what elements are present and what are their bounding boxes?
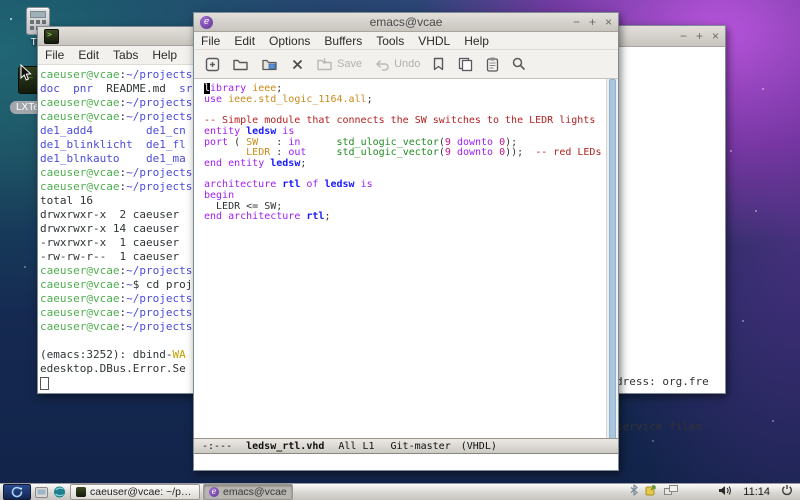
modeline-major-mode: (VHDL) bbox=[461, 441, 497, 452]
emacs-titlebar[interactable]: e emacs@vcae − + × bbox=[194, 13, 618, 32]
emacs-scrollbar[interactable] bbox=[606, 79, 618, 438]
emacs-modeline: -:--- ledsw_rtl.vhd All L1 Git-master (V… bbox=[194, 438, 618, 454]
modeline-filename: ledsw_rtl.vhd bbox=[246, 441, 324, 452]
terminal-window-icon bbox=[44, 29, 59, 44]
emacs-menu-buffers[interactable]: Buffers bbox=[317, 32, 369, 50]
desktop-pager-icon[interactable] bbox=[52, 486, 67, 499]
text-line: end entity ledsw; bbox=[204, 159, 606, 170]
emacs-icon: e bbox=[209, 487, 219, 497]
close-buffer-button[interactable] bbox=[290, 57, 305, 72]
emacs-menu-edit[interactable]: Edit bbox=[227, 32, 262, 50]
lxde-logo-icon bbox=[10, 486, 24, 498]
emacs-toolbar: Save Undo bbox=[194, 50, 618, 79]
emacs-menu-vhdl[interactable]: VHDL bbox=[411, 32, 457, 50]
emacs-menubar: FileEditOptionsBuffersToolsVHDLHelp bbox=[194, 32, 618, 50]
terminal-menu-tabs[interactable]: Tabs bbox=[106, 46, 145, 64]
taskbar: caeuser@vcae: ~/proj... e emacs@vcae 11:… bbox=[0, 483, 800, 500]
taskbar-clock[interactable]: 11:14 bbox=[743, 486, 770, 498]
power-icon[interactable] bbox=[781, 483, 793, 500]
background-window-titlebar[interactable]: − + × bbox=[613, 26, 725, 47]
text-line: use ieee.std_logic_1164.all; bbox=[204, 95, 606, 106]
window-pager-icon[interactable] bbox=[664, 483, 678, 500]
save-button[interactable]: Save bbox=[316, 56, 362, 73]
scrollbar-thumb[interactable] bbox=[609, 79, 616, 440]
emacs-menu-tools[interactable]: Tools bbox=[369, 32, 411, 50]
desktop: Tra LXTerm FileEditTabsHelp caeuser@vcae… bbox=[0, 0, 800, 500]
bookmark-button[interactable] bbox=[431, 56, 446, 72]
bluetooth-icon[interactable] bbox=[630, 483, 638, 500]
terminal-menu-help[interactable]: Help bbox=[145, 46, 184, 64]
terminal-icon bbox=[76, 487, 86, 497]
background-window: − + × dress: org.fre service files bbox=[612, 25, 726, 394]
taskbar-task-terminal[interactable]: caeuser@vcae: ~/proj... bbox=[70, 484, 200, 500]
background-window-text: dress: org.fre service files bbox=[616, 344, 709, 464]
modeline-vc-branch: Git-master bbox=[391, 441, 451, 452]
volume-icon[interactable] bbox=[718, 483, 732, 500]
modeline-prefix: -:--- bbox=[202, 441, 232, 452]
minimize-button[interactable]: − bbox=[680, 30, 687, 42]
close-button[interactable]: × bbox=[712, 30, 719, 42]
close-button[interactable]: × bbox=[605, 16, 612, 28]
search-icon[interactable] bbox=[511, 56, 527, 72]
undo-button[interactable]: Undo bbox=[373, 57, 420, 72]
emacs-echo-area[interactable] bbox=[194, 454, 618, 470]
starfield-left bbox=[10, 18, 12, 20]
window-title: emacs@vcae bbox=[194, 15, 618, 29]
emacs-menu-help[interactable]: Help bbox=[457, 32, 496, 50]
start-menu-button[interactable] bbox=[3, 484, 31, 500]
emacs-buffer[interactable]: library ieee;use ieee.std_logic_1164.all… bbox=[194, 79, 606, 438]
paste-clipboard-button[interactable] bbox=[485, 56, 500, 73]
emacs-menu-options[interactable]: Options bbox=[262, 32, 317, 50]
emacs-window: e emacs@vcae − + × FileEditOptionsBuffer… bbox=[193, 12, 619, 471]
modeline-position: All L1 bbox=[338, 441, 374, 452]
emacs-menu-file[interactable]: File bbox=[194, 32, 227, 50]
terminal-menu-edit[interactable]: Edit bbox=[71, 46, 106, 64]
terminal-menu-file[interactable]: File bbox=[38, 46, 71, 64]
maximize-button[interactable]: + bbox=[589, 16, 596, 28]
clipboard-manager-icon[interactable] bbox=[645, 483, 657, 500]
text-line: end architecture rtl; bbox=[204, 212, 606, 223]
undo-label: Undo bbox=[394, 58, 420, 70]
mouse-cursor bbox=[20, 64, 32, 87]
maximize-button[interactable]: + bbox=[696, 30, 703, 42]
dired-button[interactable] bbox=[261, 56, 279, 73]
taskbar-task-emacs[interactable]: e emacs@vcae bbox=[203, 484, 293, 500]
new-file-button[interactable] bbox=[204, 56, 221, 73]
save-label: Save bbox=[337, 58, 362, 70]
copy-button[interactable] bbox=[457, 56, 474, 73]
minimize-button[interactable]: − bbox=[573, 16, 580, 28]
open-file-button[interactable] bbox=[232, 56, 250, 73]
file-manager-icon[interactable] bbox=[34, 486, 49, 499]
text-line: architecture rtl of ledsw is bbox=[204, 180, 606, 191]
